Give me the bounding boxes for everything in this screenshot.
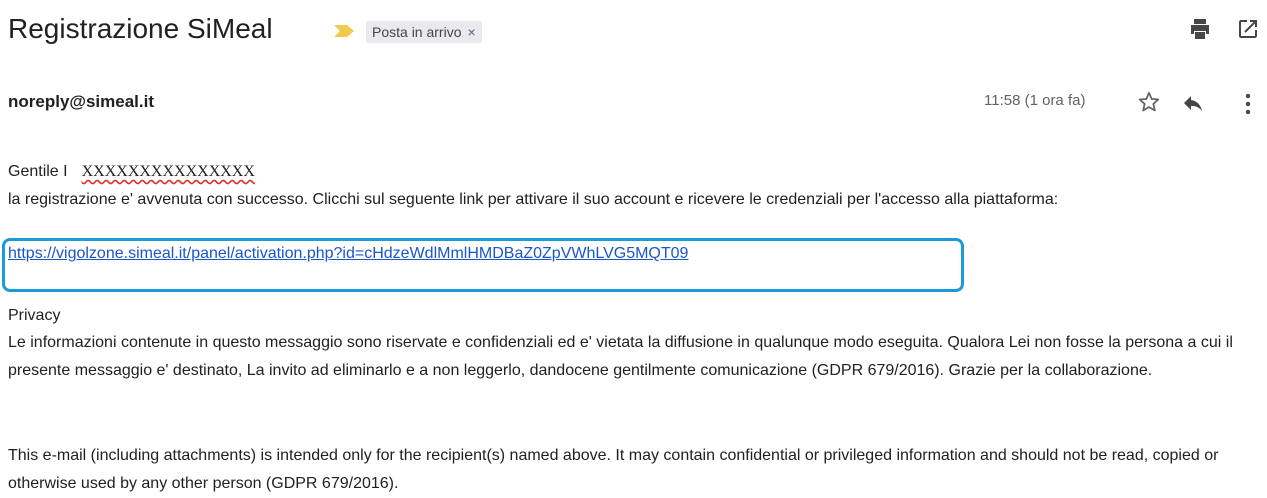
- email-subject: Registrazione SiMeal: [8, 13, 273, 44]
- important-marker-icon[interactable]: [334, 25, 354, 37]
- english-disclaimer: This e-mail (including attachments) is i…: [8, 447, 1219, 492]
- privacy-title: Privacy: [8, 307, 61, 324]
- more-vertical-icon[interactable]: [1242, 91, 1254, 117]
- activation-link[interactable]: https://vigolzone.simeal.it/panel/activa…: [8, 245, 688, 263]
- reply-icon[interactable]: [1180, 91, 1206, 115]
- greeting-line: Gentile I XXXXXXXXXXXXXXX: [8, 159, 255, 184]
- label-chip-inbox: Posta in arrivo ×: [366, 21, 482, 43]
- star-icon[interactable]: [1136, 89, 1162, 115]
- label-remove-button[interactable]: ×: [467, 24, 475, 40]
- email-timestamp: 11:58 (1 ora fa): [984, 92, 1086, 109]
- sender-address[interactable]: noreply@simeal.it: [8, 92, 154, 112]
- email-header: Registrazione SiMeal Posta in arrivo ×: [8, 9, 1267, 49]
- privacy-notice: Le informazioni contenute in questo mess…: [8, 334, 1233, 379]
- label-chip-text: Posta in arrivo: [372, 24, 462, 40]
- open-in-new-window-icon[interactable]: [1236, 17, 1260, 41]
- print-icon[interactable]: [1188, 17, 1212, 41]
- registration-message: la registrazione e' avvenuta con success…: [8, 191, 1059, 208]
- greeting-text: Gentile I: [8, 163, 68, 180]
- recipient-redacted: XXXXXXXXXXXXXXX: [81, 163, 255, 180]
